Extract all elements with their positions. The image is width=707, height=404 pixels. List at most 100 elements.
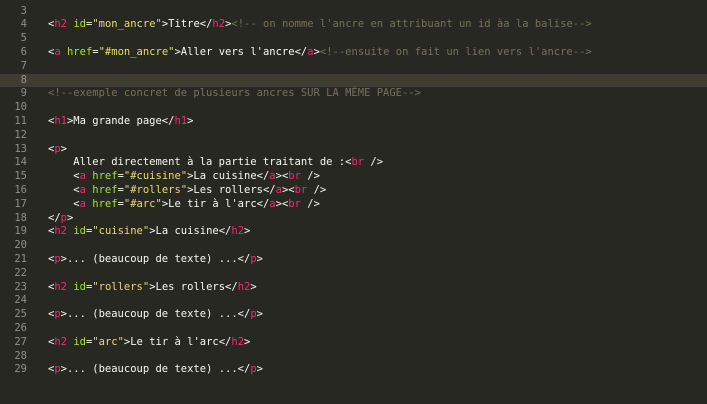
code-line[interactable]: 21 <p>... (beaucoup de texte) ...</p> <box>0 253 707 267</box>
code-token: href <box>66 45 93 58</box>
code-token: > <box>244 225 251 238</box>
line-number: 20 <box>14 239 27 252</box>
code-text[interactable]: Aller directement à la partie traitant d… <box>48 156 383 170</box>
line-number: 10 <box>14 101 27 114</box>
code-text[interactable]: <a href="#cuisine">La cuisine</a><br /> <box>48 170 320 184</box>
code-line[interactable]: 19 <h2 id="cuisine">La cuisine</h2> <box>0 225 707 239</box>
code-line[interactable]: 16 <a href="#rollers">Les rollers</a><br… <box>0 184 707 198</box>
code-token: id <box>73 18 86 31</box>
line-number: 19 <box>14 225 27 238</box>
code-text[interactable]: <p>... (beaucoup de texte) ...</p> <box>48 363 263 377</box>
code-token: </ <box>48 211 61 224</box>
code-text[interactable]: <p>... (beaucoup de texte) ...</p> <box>48 308 263 322</box>
code-editor[interactable]: 3 4 <h2 id="mon_ancre">Titre</h2><!-- on n… <box>0 0 707 404</box>
code-token: < <box>48 170 80 183</box>
code-line[interactable]: 20 <box>0 239 707 253</box>
code-line[interactable]: 29 <p>... (beaucoup de texte) ...</p> <box>0 363 707 377</box>
code-line[interactable]: 10 <box>0 101 707 115</box>
code-token: "cuisine" <box>92 225 150 238</box>
code-text[interactable]: <a href="#rollers">Les rollers</a><br /> <box>48 184 326 198</box>
code-text[interactable]: <h2 id="cuisine">La cuisine</h2> <box>48 225 250 239</box>
code-token: >Les rollers</ <box>187 183 276 196</box>
code-text[interactable]: <h1>Ma grande page</h1> <box>48 115 193 129</box>
code-token: /> <box>300 197 320 210</box>
code-token: >Le tir à l'arc</ <box>123 335 232 348</box>
code-text[interactable]: <h2 id="arc">Le tir à l'arc</h2> <box>48 336 250 350</box>
code-token: h2 <box>231 225 245 238</box>
code-text[interactable]: <a href="#mon_ancre">Aller vers l'ancre<… <box>48 46 592 60</box>
line-number: 23 <box>14 280 27 293</box>
code-line[interactable]: 23 <h2 id="rollers">Les rollers</h2> <box>0 281 707 295</box>
code-line[interactable]: 8 <box>0 73 707 88</box>
code-line[interactable]: 12 <box>0 129 707 143</box>
code-token: br <box>288 197 301 210</box>
code-line[interactable]: 22 <box>0 267 707 281</box>
code-token: >Les rollers</ <box>149 280 238 293</box>
code-line[interactable]: 7 <box>0 60 707 74</box>
code-token: "#mon_ancre" <box>98 45 175 58</box>
code-token: >... (beaucoup de texte) ...</ <box>60 308 251 321</box>
code-text[interactable]: <!--exemple concret de plusieurs ancres … <box>48 87 421 101</box>
code-token: >... (beaucoup de texte) ...</ <box>60 363 251 376</box>
line-number: 8 <box>20 73 27 86</box>
code-line[interactable]: 28 <box>0 350 707 364</box>
code-text[interactable]: <a href="#arc">Le tir à l'arc</a><br /> <box>48 198 320 212</box>
code-token: >La cuisine</ <box>149 225 232 238</box>
line-number: 18 <box>14 211 27 224</box>
code-line[interactable]: 9 <!--exemple concret de plusieurs ancres… <box>0 87 707 101</box>
line-number: 15 <box>14 170 27 183</box>
code-text[interactable]: </p> <box>48 212 73 226</box>
code-token: href <box>92 183 118 196</box>
code-line[interactable]: 3 <box>0 5 707 19</box>
code-token: /> <box>364 156 384 169</box>
code-token: /> <box>300 170 320 183</box>
code-line[interactable]: 14 Aller directement à la partie traitan… <box>0 156 707 170</box>
code-token: h2 <box>237 280 251 293</box>
code-line[interactable]: 6 <a href="#mon_ancre">Aller vers l'ancre… <box>0 46 707 60</box>
code-token: > <box>60 142 67 155</box>
code-token: >Titre</ <box>161 18 213 31</box>
line-number: 27 <box>14 335 27 348</box>
code-line[interactable]: 27 <h2 id="arc">Le tir à l'arc</h2> <box>0 336 707 350</box>
code-text[interactable]: <p> <box>48 143 67 157</box>
line-number: 3 <box>20 4 27 17</box>
code-token: > <box>187 114 194 127</box>
line-number: 25 <box>14 308 27 321</box>
code-token: <!--ensuite on fait un lien vers l'ancre… <box>319 45 592 58</box>
code-line[interactable]: 25 <p>... (beaucoup de texte) ...</p> <box>0 308 707 322</box>
code-line[interactable]: 13 <p> <box>0 143 707 157</box>
code-token: >Aller vers l'ancre</ <box>174 45 308 58</box>
code-token: Aller directement à la partie traitant d… <box>48 156 352 169</box>
line-number: 14 <box>14 156 27 169</box>
code-token: < <box>48 197 80 210</box>
code-line[interactable]: 24 <box>0 294 707 308</box>
code-token: >< <box>281 183 295 196</box>
code-text[interactable]: <p>... (beaucoup de texte) ...</p> <box>48 253 263 267</box>
code-token: >< <box>275 197 289 210</box>
line-number: 16 <box>14 183 27 196</box>
code-token: >La cuisine</ <box>187 170 270 183</box>
line-number: 6 <box>20 45 27 58</box>
code-text[interactable]: <h2 id="mon_ancre">Titre</h2><!-- on nom… <box>48 18 592 32</box>
line-number: 7 <box>20 59 27 72</box>
code-line[interactable]: 15 <a href="#cuisine">La cuisine</a><br … <box>0 170 707 184</box>
code-line[interactable]: 5 <box>0 32 707 46</box>
code-line[interactable]: 4 <h2 id="mon_ancre">Titre</h2><!-- on no… <box>0 18 707 32</box>
code-token: > <box>256 363 263 376</box>
code-token: h2 <box>54 280 67 293</box>
code-token: "mon_ancre" <box>92 18 162 31</box>
code-line[interactable]: 11 <h1>Ma grande page</h1> <box>0 115 707 129</box>
code-line[interactable]: 26 <box>0 322 707 336</box>
code-token: "arc" <box>92 335 124 348</box>
line-number: 13 <box>14 142 27 155</box>
line-number: 12 <box>14 128 27 141</box>
code-text[interactable]: <h2 id="rollers">Les rollers</h2> <box>48 281 257 295</box>
code-token: br <box>351 156 365 169</box>
code-line[interactable]: 17 <a href="#arc">Le tir à l'arc</a><br … <box>0 198 707 212</box>
code-token: br <box>294 183 308 196</box>
code-token: href <box>92 197 118 210</box>
code-token: > <box>250 280 257 293</box>
code-token: h2 <box>231 335 245 348</box>
line-number: 24 <box>14 294 27 307</box>
code-line[interactable]: 18 </p> <box>0 212 707 226</box>
